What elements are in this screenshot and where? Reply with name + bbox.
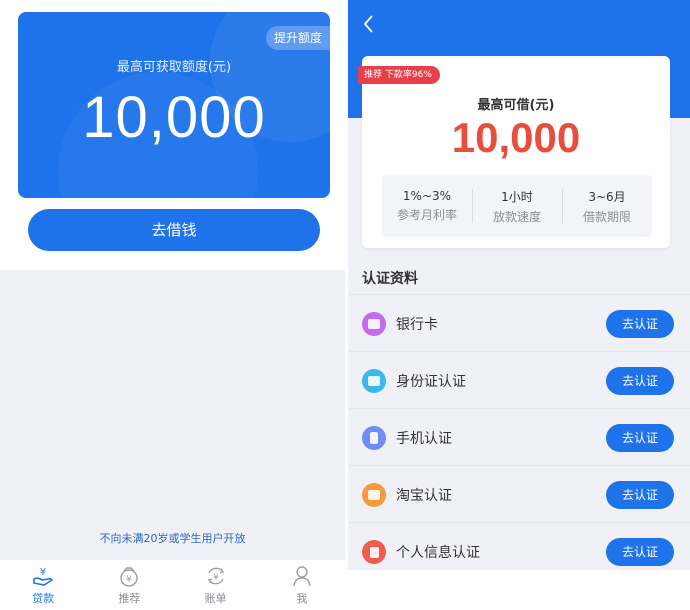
taobao-icon [362, 483, 386, 507]
svg-text:¥: ¥ [40, 567, 46, 578]
recommend-icon: ¥ [118, 565, 140, 587]
section-title: 认证资料 [362, 271, 418, 287]
bottom-tab-bar: ¥ 贷款 ¥ 推荐 ¥ 账单 我 [0, 560, 345, 610]
auth-item-id-card: 身份证认证 去认证 [348, 351, 690, 408]
raise-quota-button[interactable]: 提升额度 [265, 26, 330, 50]
profile-icon [362, 540, 386, 564]
tab-me[interactable]: 我 [259, 560, 345, 610]
stat-label: 参考月利率 [396, 208, 457, 222]
id-card-icon [362, 369, 386, 393]
loan-stats: 1%~3% 参考月利率 1小时 放款速度 3~6月 借款期限 [382, 175, 652, 237]
verify-button[interactable]: 去认证 [606, 424, 674, 452]
stat-label: 借款期限 [582, 209, 631, 224]
recommend-badge: 推荐 下款率96% [358, 66, 440, 84]
tab-label: 账单 [204, 591, 227, 605]
stat-value: 3~6月 [588, 189, 626, 204]
auth-item-taobao: 淘宝认证 去认证 [348, 465, 690, 522]
card-icon [362, 312, 386, 336]
auth-item-personal-info: 个人信息认证 去认证 [348, 522, 690, 570]
limit-title: 最高可借(元) [477, 98, 555, 113]
limit-amount: 10,000 [451, 114, 581, 161]
auth-label: 身份证认证 [396, 374, 466, 390]
chevron-left-icon[interactable] [360, 12, 380, 36]
quota-amount: 10,000 [82, 85, 266, 150]
stat-value: 1%~3% [402, 189, 452, 203]
auth-item-phone: 手机认证 去认证 [348, 408, 690, 465]
verify-button[interactable]: 去认证 [606, 367, 674, 395]
borrow-button[interactable]: 去借钱 [28, 209, 320, 251]
tab-loan[interactable]: ¥ 贷款 [0, 560, 86, 610]
verify-button[interactable]: 去认证 [606, 310, 674, 338]
auth-label: 银行卡 [396, 317, 438, 333]
tab-label: 我 [296, 591, 308, 605]
tab-label: 贷款 [32, 591, 55, 605]
loan-icon: ¥ [32, 565, 54, 587]
tab-bill[interactable]: ¥ 账单 [173, 560, 259, 610]
stat-label: 放款速度 [492, 209, 541, 224]
loan-home-screen: 提升额度 最高可获取额度(元) 10,000 去借钱 不向未满20岁或学生用户开… [0, 0, 345, 610]
phone-icon [362, 426, 386, 450]
tab-label: 推荐 [118, 591, 141, 605]
detail-header [348, 0, 690, 48]
svg-text:¥: ¥ [213, 573, 219, 583]
stat-value: 1小时 [501, 189, 533, 204]
stat-interest-rate: 1%~3% 参考月利率 [382, 175, 472, 237]
auth-label: 手机认证 [396, 431, 452, 447]
badge-text: 下款率96% [384, 70, 432, 80]
stat-loan-term: 3~6月 借款期限 [562, 175, 652, 237]
auth-label: 个人信息认证 [396, 545, 480, 561]
auth-item-bank-card: 银行卡 去认证 [348, 294, 690, 351]
limit-card: 推荐 下款率96% 最高可借(元) 10,000 1%~3% 参考月利率 1小时… [358, 56, 670, 248]
tab-recommend[interactable]: ¥ 推荐 [86, 560, 172, 610]
verify-button[interactable]: 去认证 [606, 481, 674, 509]
quota-card: 提升额度 最高可获取额度(元) 10,000 [18, 12, 330, 198]
svg-text:¥: ¥ [127, 575, 133, 585]
auth-list: 银行卡 去认证 身份证认证 去认证 手机认证 去认证 淘宝认证 去认证 个人信息… [348, 294, 690, 570]
bill-icon: ¥ [205, 565, 227, 587]
stat-disbursement-speed: 1小时 放款速度 [472, 175, 562, 237]
loan-detail-screen: 推荐 下款率96% 最高可借(元) 10,000 1%~3% 参考月利率 1小时… [348, 0, 690, 570]
user-icon [291, 565, 313, 587]
age-notice: 不向未满20岁或学生用户开放 [99, 532, 246, 545]
loan-home-top: 提升额度 最高可获取额度(元) 10,000 去借钱 [0, 0, 345, 270]
verify-button[interactable]: 去认证 [606, 538, 674, 566]
quota-title: 最高可获取额度(元) [116, 60, 232, 75]
auth-label: 淘宝认证 [396, 488, 452, 504]
badge-tag: 推荐 [364, 70, 383, 80]
